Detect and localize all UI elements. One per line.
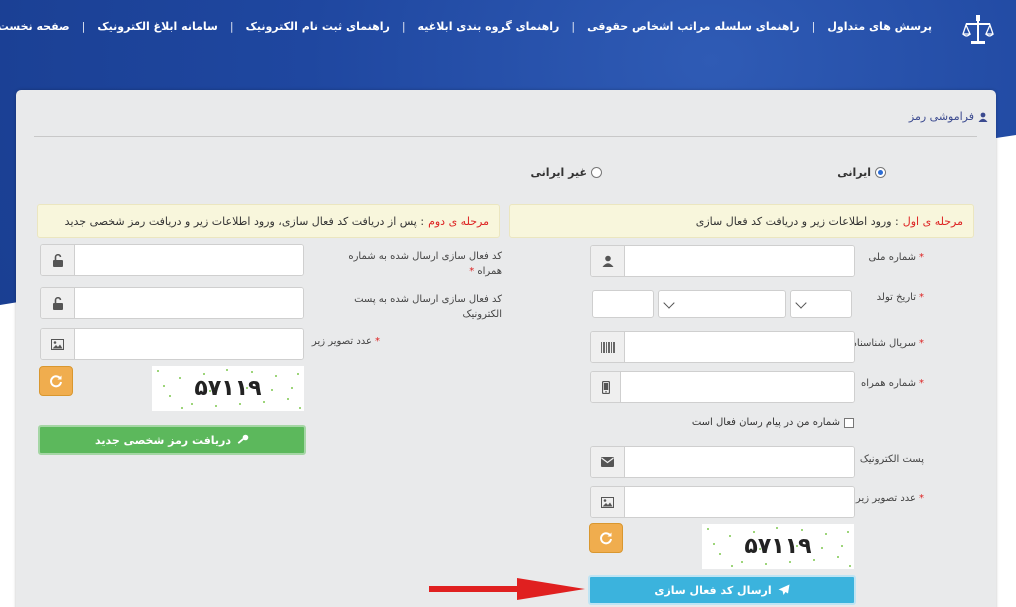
email-field[interactable] — [590, 446, 855, 478]
serial-field[interactable] — [590, 331, 855, 363]
unlock-icon — [41, 288, 75, 318]
divider — [34, 136, 977, 137]
captcha1-text: ۵۷۱۱۹ — [744, 534, 812, 559]
mobile-code-label: کد فعال سازی ارسال شده به شماره همراه * — [348, 251, 502, 277]
refresh-icon — [50, 375, 62, 388]
birth-day-select[interactable] — [790, 290, 852, 318]
captcha1-field[interactable] — [590, 486, 855, 518]
get-new-password-label: دریافت رمز شخصی جدید — [94, 433, 232, 447]
page-title-text: فراموشی رمز — [908, 110, 974, 123]
key-icon — [237, 434, 249, 444]
email-code-label: کد فعال سازی ارسال شده به پست الکترونیک — [354, 294, 502, 320]
birth-year-input[interactable] — [592, 290, 654, 318]
nav-registration-guide[interactable]: راهنمای ثبت نام الکترونیک — [234, 14, 402, 39]
image-icon — [591, 487, 625, 517]
mobile-field[interactable] — [590, 371, 855, 403]
nav-grouping-guide[interactable]: راهنمای گروه بندی ابلاغیه — [406, 14, 572, 39]
paper-plane-icon — [778, 584, 790, 595]
nav-home[interactable]: صفحه نخست — [0, 14, 82, 39]
captcha2-image: ۵۷۱۱۹ — [152, 366, 304, 411]
messenger-checkbox-box[interactable] — [844, 417, 854, 428]
captcha1-input[interactable] — [625, 487, 854, 517]
user-icon — [591, 246, 625, 276]
judiciary-logo-icon — [962, 12, 994, 48]
nav-e-notification[interactable]: سامانه ابلاغ الکترونیک — [85, 14, 229, 39]
email-code-input[interactable] — [75, 288, 303, 318]
chevron-down-icon — [663, 297, 675, 309]
stage1-banner: مرحله ی اول : ورود اطلاعات زیر و دریافت … — [509, 204, 974, 238]
top-navigation: صفحه نخست | سامانه ابلاغ الکترونیک | راه… — [0, 14, 944, 39]
nav-separator: | — [571, 20, 576, 33]
unlock-icon — [41, 245, 75, 275]
envelope-icon — [591, 447, 625, 477]
nav-separator: | — [811, 20, 816, 33]
refresh-icon — [600, 532, 612, 545]
captcha2-text: ۵۷۱۱۹ — [194, 376, 262, 401]
page-title: فراموشی رمز — [909, 110, 988, 123]
radio-iranian-label: ایرانی — [837, 166, 871, 179]
national-id-input[interactable] — [625, 246, 854, 276]
captcha2-input[interactable] — [75, 329, 303, 359]
mobile-phone-icon — [591, 372, 621, 402]
get-new-password-button[interactable]: دریافت رمز شخصی جدید — [38, 425, 306, 455]
chevron-down-icon — [795, 297, 807, 309]
image-icon — [41, 329, 75, 359]
mobile-input[interactable] — [621, 372, 854, 402]
serial-input[interactable] — [625, 332, 854, 362]
email-code-field[interactable] — [40, 287, 304, 319]
mobile-code-input[interactable] — [75, 245, 303, 275]
nav-separator: | — [401, 20, 406, 33]
nav-separator: | — [81, 20, 86, 33]
captcha2-field[interactable] — [40, 328, 304, 360]
stage2-text: : پس از دریافت کد فعال سازی، ورود اطلاعا… — [64, 214, 425, 228]
messenger-checkbox-label: شماره من در پیام رسان فعال است — [691, 417, 840, 428]
email-input[interactable] — [625, 447, 854, 477]
radio-iranian-dot[interactable] — [875, 167, 886, 178]
nav-faq[interactable]: پرسش های متداول — [815, 14, 944, 39]
stage2-banner: مرحله ی دوم : پس از دریافت کد فعال سازی،… — [37, 204, 500, 238]
radio-non-iranian-label: غیر ایرانی — [530, 166, 587, 179]
stage1-text: : ورود اطلاعات زیر و دریافت کد فعال سازی — [695, 214, 899, 228]
mobile-code-field[interactable] — [40, 244, 304, 276]
radio-non-iranian[interactable]: غیر ایرانی — [531, 166, 602, 179]
red-arrow-annotation — [429, 578, 585, 600]
stage1-title: مرحله ی اول — [902, 214, 963, 228]
barcode-icon — [591, 332, 625, 362]
birth-month-select[interactable] — [658, 290, 786, 318]
radio-non-iranian-dot[interactable] — [591, 167, 602, 178]
nav-separator: | — [229, 20, 234, 33]
nav-legal-hierarchy-guide[interactable]: راهنمای سلسله مراتب اشخاص حقوقی — [575, 14, 812, 39]
captcha1-image: ۵۷۱۱۹ — [702, 524, 854, 569]
radio-iranian[interactable]: ایرانی — [837, 166, 886, 179]
user-icon — [978, 112, 988, 122]
national-id-field[interactable] — [590, 245, 855, 277]
refresh-captcha2-button[interactable] — [39, 366, 73, 396]
send-activation-code-label: ارسال کد فعال سازی — [654, 583, 772, 597]
send-activation-code-button[interactable]: ارسال کد فعال سازی — [588, 575, 856, 605]
messenger-checkbox[interactable]: شماره من در پیام رسان فعال است — [692, 417, 854, 428]
stage2-title: مرحله ی دوم — [428, 214, 489, 228]
refresh-captcha1-button[interactable] — [589, 523, 623, 553]
